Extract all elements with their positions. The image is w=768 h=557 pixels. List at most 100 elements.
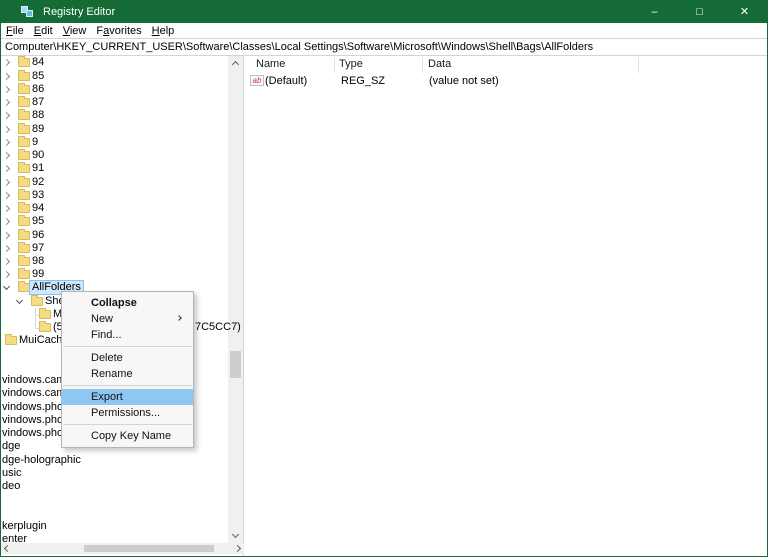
chevron-right-icon[interactable] [3, 179, 10, 186]
folder-icon [31, 297, 43, 306]
chevron-right-icon[interactable] [3, 73, 10, 80]
chevron-right-icon[interactable] [3, 112, 10, 119]
tree-item-label[interactable]: 9 [32, 136, 38, 149]
tree-item-label[interactable]: dge [2, 440, 20, 453]
tree-item-kerplugin[interactable]: kerplugin [1, 520, 229, 534]
minimize-button[interactable]: – [632, 1, 677, 23]
tree-item-label[interactable]: 98 [32, 255, 44, 268]
tree-item-deo[interactable]: deo [1, 480, 229, 494]
context-menu-item-permissions[interactable]: Permissions... [62, 405, 193, 421]
chevron-right-icon[interactable] [3, 231, 10, 238]
tree-item-usic[interactable]: usic [1, 467, 229, 481]
chevron-right-icon[interactable] [3, 86, 10, 93]
chevron-right-icon[interactable] [3, 126, 10, 133]
column-header-data[interactable]: Data [428, 58, 451, 70]
tree-item-label[interactable]: 86 [32, 83, 44, 96]
column-separator[interactable] [334, 57, 335, 73]
scroll-down-icon[interactable] [232, 531, 239, 538]
tree-item-99[interactable]: 99 [1, 268, 229, 282]
tree-item-88[interactable]: 88 [1, 109, 229, 123]
tree-item-label[interactable]: 93 [32, 189, 44, 202]
tree-item-label[interactable]: 84 [32, 56, 44, 69]
chevron-right-icon[interactable] [3, 165, 10, 172]
context-menu-item-delete[interactable]: Delete [62, 350, 193, 366]
tree-item-label[interactable]: 85 [32, 70, 44, 83]
column-header-type[interactable]: Type [339, 58, 363, 70]
chevron-down-icon[interactable] [16, 297, 23, 304]
tree-item-label[interactable]: 87 [32, 96, 44, 109]
tree-item-90[interactable]: 90 [1, 149, 229, 163]
close-button[interactable]: ✕ [722, 1, 767, 23]
menu-favorites[interactable]: Favorites [96, 25, 141, 37]
tree-item-enter[interactable]: enter [1, 533, 229, 543]
tree-item-label[interactable]: 88 [32, 109, 44, 122]
context-menu-item-find[interactable]: Find... [62, 327, 193, 343]
tree-item-87[interactable]: 87 [1, 96, 229, 110]
tree-item-label[interactable]: deo [2, 480, 20, 493]
context-menu-item-rename[interactable]: Rename [62, 366, 193, 382]
chevron-right-icon[interactable] [3, 205, 10, 212]
chevron-right-icon[interactable] [3, 271, 10, 278]
tree-item-label[interactable]: usic [2, 467, 22, 480]
context-menu-item-copy-key-name[interactable]: Copy Key Name [62, 428, 193, 444]
tree-item-label[interactable]: 91 [32, 162, 44, 175]
tree-item-96[interactable]: 96 [1, 229, 229, 243]
tree-item-98[interactable]: 98 [1, 255, 229, 269]
tree-horizontal-scrollbar[interactable] [1, 543, 244, 554]
column-separator[interactable] [638, 57, 639, 73]
address-bar[interactable]: Computer\HKEY_CURRENT_USER\Software\Clas… [1, 39, 767, 56]
tree-item-97[interactable]: 97 [1, 242, 229, 256]
column-header-name[interactable]: Name [256, 58, 285, 70]
tree-item-92[interactable]: 92 [1, 176, 229, 190]
maximize-button[interactable]: □ [677, 1, 722, 23]
chevron-right-icon[interactable] [3, 139, 10, 146]
tree-item-label[interactable]: 90 [32, 149, 44, 162]
tree-item-label[interactable]: kerplugin [2, 520, 47, 533]
menu-edit[interactable]: Edit [34, 25, 53, 37]
horizontal-scroll-thumb[interactable] [84, 545, 214, 552]
chevron-right-icon[interactable] [3, 258, 10, 265]
menu-file[interactable]: File [6, 25, 24, 37]
tree-item-89[interactable]: 89 [1, 123, 229, 137]
tree-item-label[interactable]: 99 [32, 268, 44, 281]
tree-item-9[interactable]: 9 [1, 136, 229, 150]
tree-item-label[interactable]: dge-holographic [2, 454, 81, 467]
vertical-scroll-thumb[interactable] [230, 351, 241, 378]
tree-item-84[interactable]: 84 [1, 56, 229, 70]
scroll-up-icon[interactable] [232, 61, 239, 68]
tree-item-label[interactable]: 96 [32, 229, 44, 242]
chevron-right-icon[interactable] [3, 59, 10, 66]
tree-item-93[interactable]: 93 [1, 189, 229, 203]
chevron-right-icon[interactable] [3, 192, 10, 199]
chevron-down-icon[interactable] [3, 283, 10, 290]
tree-item-dge-holographic[interactable]: dge-holographic [1, 454, 229, 468]
tree-item-95[interactable]: 95 [1, 215, 229, 229]
context-menu-item-export[interactable]: Export [62, 389, 193, 405]
value-name[interactable]: (Default) [265, 75, 307, 88]
context-menu-item-new[interactable]: New [62, 311, 193, 327]
tree-item-91[interactable]: 91 [1, 162, 229, 176]
chevron-right-icon[interactable] [3, 218, 10, 225]
chevron-right-icon[interactable] [3, 245, 10, 252]
tree-item[interactable] [1, 507, 229, 521]
scroll-right-icon[interactable] [234, 545, 241, 552]
tree-item-label[interactable]: 97 [32, 242, 44, 255]
scroll-left-icon[interactable] [4, 545, 11, 552]
registry-value-row[interactable]: ab(Default)REG_SZ(value not set) [245, 75, 767, 89]
tree-item[interactable] [1, 493, 229, 507]
column-separator[interactable] [422, 57, 423, 73]
chevron-right-icon[interactable] [3, 99, 10, 106]
tree-item-86[interactable]: 86 [1, 83, 229, 97]
tree-item-label[interactable]: 94 [32, 202, 44, 215]
menu-help[interactable]: Help [152, 25, 175, 37]
tree-item-label[interactable]: enter [2, 533, 27, 543]
tree-item-label[interactable]: 92 [32, 176, 44, 189]
tree-item-85[interactable]: 85 [1, 70, 229, 84]
menu-view[interactable]: View [63, 25, 87, 37]
tree-item-94[interactable]: 94 [1, 202, 229, 216]
context-menu-item-collapse[interactable]: Collapse [62, 295, 193, 311]
chevron-right-icon[interactable] [3, 152, 10, 159]
tree-item-label[interactable]: 89 [32, 123, 44, 136]
tree-vertical-scrollbar[interactable] [228, 56, 243, 543]
tree-item-label[interactable]: 95 [32, 215, 44, 228]
